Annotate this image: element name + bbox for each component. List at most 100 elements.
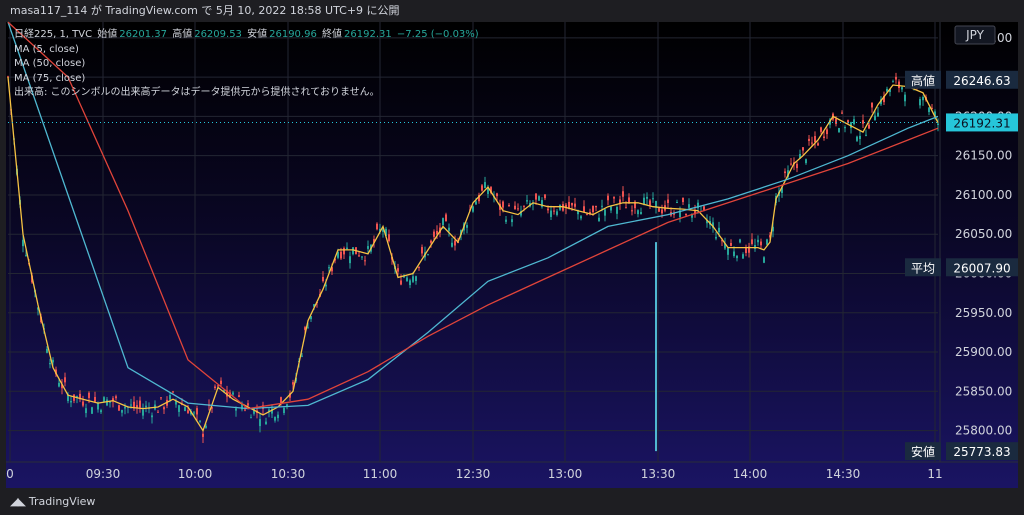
- candle-body: [790, 163, 792, 165]
- x-tick-label: 10:00: [178, 467, 213, 481]
- low-price-tag: 安値 25773.83: [905, 442, 1018, 461]
- candle-body: [685, 213, 687, 216]
- candle-body: [238, 395, 240, 397]
- candle-body: [646, 196, 648, 199]
- x-tick-label: 14:30: [826, 467, 861, 481]
- candle-body: [88, 392, 90, 398]
- tradingview-brand[interactable]: ◢◣ TradingView: [10, 495, 95, 508]
- candle-body: [388, 234, 390, 242]
- candle-body: [64, 377, 66, 383]
- candle-body: [739, 239, 741, 243]
- candle-body: [553, 210, 555, 212]
- candle-body: [811, 142, 813, 144]
- ma5-legend[interactable]: MA (5, close): [14, 43, 481, 58]
- candle-body: [220, 380, 222, 385]
- candle-body: [130, 404, 132, 406]
- candle-body: [481, 185, 483, 191]
- candle-body: [430, 240, 432, 243]
- x-tick-label: 13:00: [548, 467, 583, 481]
- candle-body: [853, 119, 855, 125]
- candle-body: [823, 136, 825, 139]
- high-price-tag: 高値 26246.63: [905, 70, 1018, 89]
- candle-body: [763, 257, 765, 263]
- high-price-tag-value: 26246.63: [953, 74, 1010, 88]
- candle-body: [751, 239, 753, 245]
- candle-body: [121, 409, 123, 413]
- candle-body: [25, 254, 27, 256]
- candle-body: [844, 127, 846, 129]
- candle-body: [277, 414, 279, 419]
- candle-body: [325, 284, 327, 287]
- candle-body: [511, 219, 513, 223]
- candle-body: [556, 211, 558, 215]
- candle-body: [796, 163, 798, 169]
- candle-body: [613, 197, 615, 199]
- candle-body: [682, 197, 684, 203]
- candle-body: [451, 242, 453, 247]
- candle-body: [604, 209, 606, 216]
- candle-body: [622, 191, 624, 197]
- average-price-tag-label: 平均: [911, 261, 935, 275]
- candle-body: [871, 102, 873, 108]
- x-tick-label: 12:30: [456, 467, 491, 481]
- candle-body: [118, 405, 120, 411]
- candle-body: [169, 395, 171, 400]
- high-label: 高値: [172, 29, 193, 40]
- candle-body: [538, 196, 540, 201]
- candle-body: [802, 147, 804, 151]
- candle-body: [835, 118, 837, 124]
- x-tick-label: 14:00: [733, 467, 768, 481]
- candle-body: [346, 247, 348, 250]
- candle-body: [757, 239, 759, 243]
- candle-body: [367, 246, 369, 249]
- candle-body: [307, 327, 309, 329]
- low-label: 安値: [247, 29, 268, 40]
- candle-body: [937, 123, 939, 125]
- candle-body: [817, 143, 819, 146]
- candle-body: [205, 425, 207, 428]
- candle-body: [598, 217, 600, 222]
- candle-body: [754, 244, 756, 249]
- candle-body: [70, 400, 72, 403]
- candle-body: [502, 201, 504, 208]
- candle-body: [571, 202, 573, 206]
- y-tick-label: 26100.00: [955, 188, 1012, 202]
- candle-body: [505, 219, 507, 222]
- currency-box: JPY: [954, 25, 996, 45]
- candle-body: [466, 225, 468, 228]
- candle-body: [247, 403, 249, 406]
- candle-body: [376, 223, 378, 230]
- currency-label: JPY: [965, 28, 985, 42]
- candle-body: [745, 247, 747, 253]
- candle-body: [766, 239, 768, 245]
- candle-body: [328, 267, 330, 269]
- candle-body: [259, 419, 261, 427]
- candle-body: [625, 207, 627, 209]
- ma75-legend[interactable]: MA (75, close): [14, 72, 481, 87]
- candle-body: [922, 96, 924, 101]
- candle-body: [361, 256, 363, 258]
- y-tick-label: 25850.00: [955, 384, 1012, 398]
- candle-body: [703, 206, 705, 210]
- candle-body: [760, 241, 762, 246]
- candle-body: [100, 410, 102, 413]
- ma50-legend[interactable]: MA (50, close): [14, 57, 481, 72]
- candle-body: [583, 206, 585, 212]
- change-value: −7.25 (−0.03%): [396, 29, 479, 40]
- candle-body: [856, 136, 858, 141]
- close-label: 終値: [322, 29, 343, 40]
- last-price-tag: 26192.31: [946, 113, 1018, 132]
- candle-body: [877, 112, 879, 117]
- candle-body: [784, 171, 786, 174]
- candle-body: [358, 255, 360, 257]
- candle-body: [868, 124, 870, 129]
- symbol-label[interactable]: 日経225, 1, TVC: [14, 29, 92, 40]
- candle-body: [427, 254, 429, 256]
- candle-body: [157, 411, 159, 413]
- candle-body: [415, 276, 417, 281]
- candle-body: [667, 199, 669, 203]
- brand-name: TradingView: [28, 495, 96, 508]
- candle-body: [445, 214, 447, 222]
- candle-body: [58, 382, 60, 387]
- candle-body: [517, 208, 519, 210]
